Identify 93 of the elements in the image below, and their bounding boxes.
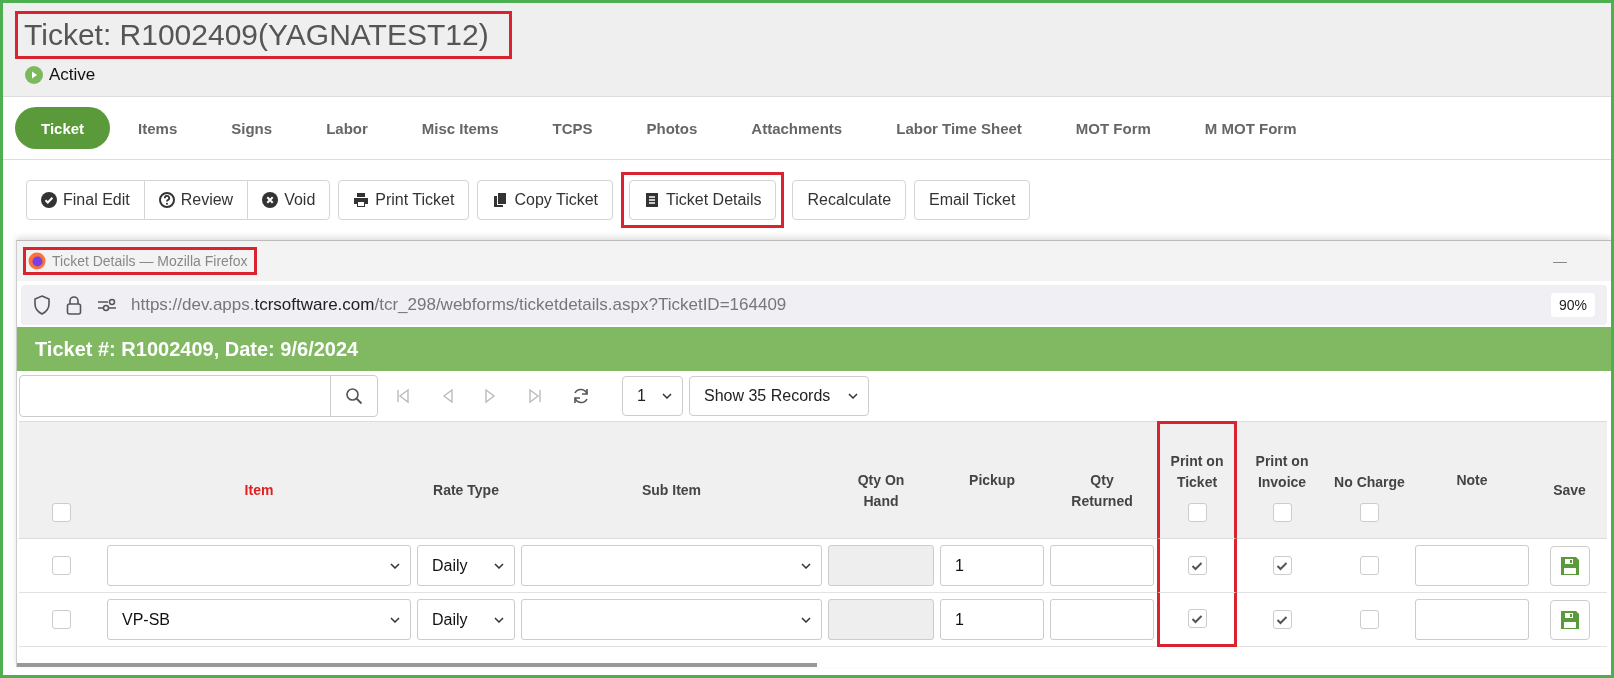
tab[interactable]: Misc Items: [395, 107, 525, 149]
checkbox[interactable]: [52, 610, 71, 629]
tab[interactable]: Labor: [300, 107, 394, 149]
page-select[interactable]: 1: [622, 376, 683, 416]
chevron-down-icon: [801, 562, 811, 569]
tab[interactable]: TCPS: [526, 107, 619, 149]
save-button[interactable]: [1549, 599, 1590, 640]
toolbar-button[interactable]: Final Edit: [26, 180, 145, 220]
column-header: Pickup: [969, 471, 1015, 490]
tab[interactable]: MOT Form: [1049, 107, 1177, 149]
checkbox[interactable]: [52, 503, 71, 522]
column-header: Item: [244, 481, 274, 500]
input-field[interactable]: [1415, 545, 1529, 586]
chevron-down-icon: [494, 616, 504, 623]
checkmark-icon: [1191, 560, 1203, 571]
toolbar-button[interactable]: Review: [143, 180, 249, 220]
toolbar-button[interactable]: Email Ticket: [914, 180, 1031, 220]
save-button[interactable]: [1549, 545, 1590, 586]
url-text: https://dev.apps.tcrsoftware.com/tcr_298/webforms/ticketdetails.aspx?TicketID=164409: [131, 295, 787, 315]
document-icon: [644, 192, 661, 208]
input-field[interactable]: [1050, 599, 1154, 640]
sliders-icon: [97, 298, 117, 312]
input-field[interactable]: [1415, 599, 1529, 640]
tab[interactable]: Attachments: [725, 107, 869, 149]
checkbox[interactable]: [1360, 610, 1379, 629]
checkbox[interactable]: [1360, 503, 1379, 522]
input-field[interactable]: [1050, 545, 1154, 586]
column-header: Rate Type: [433, 481, 499, 500]
last-page-icon[interactable]: [528, 388, 542, 404]
checkmark-icon: [1276, 560, 1288, 571]
ticket-title: Ticket: R1002409(YAGNATEST12): [15, 11, 512, 59]
column-header: Qty On Hand: [856, 471, 906, 511]
chevron-down-icon: [494, 562, 504, 569]
question-circle-icon: [158, 192, 175, 208]
previous-page-icon[interactable]: [440, 388, 454, 404]
dropdown[interactable]: Daily: [417, 599, 515, 640]
tab[interactable]: M MOT Form: [1178, 107, 1323, 149]
column-header: Save: [1553, 481, 1586, 500]
copy-icon: [492, 192, 509, 208]
lock-icon: [65, 295, 83, 315]
search-icon: [345, 387, 363, 405]
checkbox[interactable]: [1272, 556, 1292, 575]
checkmark-icon: [1276, 614, 1288, 625]
dropdown[interactable]: [521, 545, 822, 586]
column-header: Qty Returned: [1070, 471, 1134, 511]
dropdown[interactable]: [521, 599, 822, 640]
column-header: Print on Invoice: [1254, 452, 1310, 492]
dropdown[interactable]: Daily: [417, 545, 515, 586]
input-field[interactable]: 1: [940, 545, 1044, 586]
first-page-icon[interactable]: [396, 388, 410, 404]
checkbox[interactable]: [1360, 556, 1379, 575]
column-header: Print on Ticket: [1169, 452, 1225, 492]
tab[interactable]: Photos: [620, 107, 724, 149]
checkbox[interactable]: [1272, 610, 1292, 629]
checkbox[interactable]: [52, 556, 71, 575]
refresh-icon[interactable]: [572, 387, 590, 405]
search-field[interactable]: [19, 375, 378, 417]
dropdown[interactable]: VP-SB: [107, 599, 411, 640]
tab[interactable]: Signs: [205, 107, 299, 149]
column-header: Note: [1456, 471, 1488, 490]
address-bar[interactable]: https://dev.apps.tcrsoftware.com/tcr_298/webforms/ticketdetails.aspx?TicketID=164409 90%: [21, 285, 1607, 325]
zoom-level[interactable]: 90%: [1550, 293, 1595, 317]
chevron-down-icon: [801, 616, 811, 623]
column-header: No Charge: [1334, 473, 1405, 492]
chevron-down-icon: [662, 393, 672, 399]
input-field[interactable]: 1: [940, 599, 1044, 640]
checkbox[interactable]: [1187, 609, 1207, 628]
tab[interactable]: Labor Time Sheet: [870, 107, 1048, 149]
status-text: Active: [49, 65, 96, 85]
check-circle-icon: [41, 192, 57, 208]
checkbox[interactable]: [1272, 503, 1292, 522]
cross-circle-icon: [262, 192, 279, 208]
column-header: Sub Item: [641, 481, 702, 500]
shield-icon: [33, 295, 51, 315]
toolbar-button[interactable]: Recalculate: [792, 180, 907, 220]
chevron-down-icon: [390, 616, 400, 623]
checkbox[interactable]: [1187, 503, 1207, 522]
tab[interactable]: Items: [112, 107, 204, 149]
page-banner: Ticket #: R1002409, Date: 9/6/2024: [17, 327, 1611, 371]
toolbar-button[interactable]: Print Ticket: [338, 180, 470, 220]
toolbar-button[interactable]: Ticket Details: [629, 180, 777, 220]
checkbox[interactable]: [1187, 556, 1207, 575]
chevron-down-icon: [848, 393, 858, 399]
browser-logo-icon: [28, 252, 46, 270]
status-icon: [25, 66, 43, 84]
window-title: Ticket Details — Mozilla Firefox: [23, 247, 257, 275]
checkmark-icon: [1191, 613, 1203, 624]
chevron-down-icon: [390, 562, 400, 569]
printer-icon: [353, 192, 370, 208]
toolbar-button[interactable]: Void: [247, 180, 331, 220]
page-size-select[interactable]: Show 35 Records: [689, 376, 869, 416]
dropdown[interactable]: [107, 545, 411, 586]
toolbar-button[interactable]: Copy Ticket: [477, 180, 614, 220]
